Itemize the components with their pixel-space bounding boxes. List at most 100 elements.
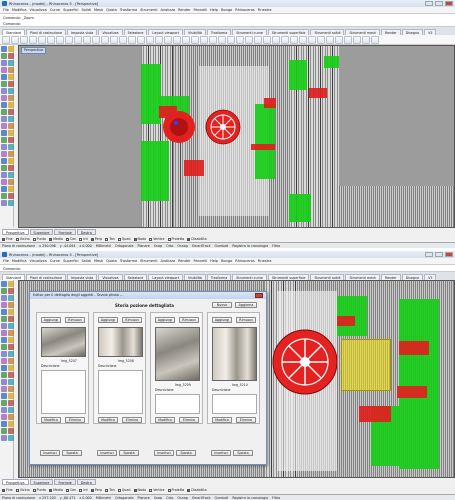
footer-button[interactable]: Inserisci (211, 450, 231, 456)
tool-icon[interactable] (8, 316, 14, 322)
tool-button-icon[interactable] (137, 36, 145, 44)
tool-icon[interactable] (1, 186, 7, 192)
tool-icon[interactable] (8, 200, 14, 206)
tool-button-icon[interactable] (227, 36, 235, 44)
tool-button-icon[interactable] (65, 36, 73, 44)
tool-button-icon[interactable] (29, 36, 37, 44)
osnap-option[interactable]: Disabilita (187, 488, 207, 492)
osnap-checkbox[interactable] (49, 488, 53, 492)
menu-item[interactable]: Curve (50, 259, 60, 263)
osnap-checkbox[interactable] (167, 237, 171, 241)
tool-icon[interactable] (1, 179, 7, 185)
dialog-close-button[interactable] (255, 293, 263, 298)
menu-item[interactable]: Solidi (81, 259, 91, 263)
tool-icon[interactable] (1, 309, 7, 315)
footer-button[interactable]: Sposta (119, 450, 139, 456)
tool-icon[interactable] (8, 137, 14, 143)
tool-icon[interactable] (1, 414, 7, 420)
photo-thumbnail[interactable] (41, 327, 86, 357)
tool-icon[interactable] (8, 393, 14, 399)
osnap-option[interactable]: Punto (32, 237, 46, 241)
osnap-option[interactable]: Vicino (15, 488, 30, 492)
tool-button-icon[interactable] (362, 36, 370, 44)
minimize-button[interactable] (425, 252, 433, 257)
viewport-tab[interactable]: Frontale (54, 479, 76, 485)
viewport-tab[interactable]: Superiore (29, 479, 54, 485)
tool-button-icon[interactable] (218, 36, 226, 44)
menu-item[interactable]: Curve (50, 8, 60, 12)
osnap-option[interactable]: Int (79, 237, 88, 241)
tool-button-icon[interactable] (263, 36, 271, 44)
footer-button[interactable]: Inserisci (154, 450, 174, 456)
remove-photo-button[interactable]: Rimuovi (122, 317, 142, 323)
viewport-tab[interactable]: Destra (76, 229, 96, 235)
add-photo-button[interactable]: Aggiungi (98, 317, 118, 323)
osnap-checkbox[interactable] (187, 237, 191, 241)
viewport-tab[interactable]: Frontale (54, 229, 76, 235)
tool-icon[interactable] (8, 302, 14, 308)
menu-item[interactable]: Visualizza (30, 8, 47, 12)
toolbar-tab[interactable]: Render (380, 29, 401, 35)
update-button[interactable]: Aggiorna (235, 302, 257, 308)
tool-icon[interactable] (1, 116, 7, 122)
status-field[interactable]: Planare (137, 244, 149, 248)
tool-icon[interactable] (8, 109, 14, 115)
status-field[interactable]: Filtro (272, 496, 280, 500)
osnap-checkbox[interactable] (65, 488, 69, 492)
menu-item[interactable]: Render (178, 259, 190, 263)
maximize-button[interactable] (435, 252, 443, 257)
tool-button-icon[interactable] (335, 36, 343, 44)
menu-item[interactable]: Superfici (63, 8, 78, 12)
footer-button[interactable]: Inserisci (97, 450, 117, 456)
status-field[interactable]: Ortogonale (115, 244, 133, 248)
tool-button-icon[interactable] (308, 36, 316, 44)
tool-icon[interactable] (8, 428, 14, 434)
menu-item[interactable]: Rhinoceros (235, 259, 254, 263)
tool-icon[interactable] (8, 81, 14, 87)
tool-icon[interactable] (8, 88, 14, 94)
tool-icon[interactable] (8, 344, 14, 350)
tool-icon[interactable] (8, 407, 14, 413)
status-field[interactable]: Osnap (177, 496, 188, 500)
tool-icon[interactable] (1, 281, 7, 287)
viewport-label[interactable]: Perspective (21, 47, 47, 54)
status-field[interactable]: Snap (154, 244, 162, 248)
tool-icon[interactable] (1, 151, 7, 157)
tool-icon[interactable] (1, 74, 7, 80)
menu-item[interactable]: Superfici (63, 259, 78, 263)
menu-item[interactable]: Help (210, 8, 218, 12)
tool-button-icon[interactable] (182, 36, 190, 44)
tool-icon[interactable] (8, 372, 14, 378)
osnap-checkbox[interactable] (105, 488, 109, 492)
tool-icon[interactable] (8, 295, 14, 301)
photo-thumbnail[interactable] (98, 327, 143, 357)
osnap-checkbox[interactable] (15, 237, 19, 241)
menu-item[interactable]: Solidi (81, 8, 91, 12)
tool-icon[interactable] (8, 351, 14, 357)
menu-item[interactable]: Pannelli (194, 259, 208, 263)
osnap-option[interactable]: Vertice (149, 237, 165, 241)
osnap-option[interactable]: Medio (49, 488, 63, 492)
tool-icon[interactable] (8, 172, 14, 178)
toolbar-tab[interactable]: V5 (424, 29, 437, 35)
status-field[interactable]: Snap (154, 496, 162, 500)
tool-icon[interactable] (8, 165, 14, 171)
tool-button-icon[interactable] (281, 36, 289, 44)
osnap-checkbox[interactable] (65, 237, 69, 241)
toolbar-tab[interactable]: Strumenti mesh (345, 29, 380, 35)
delete-photo-button[interactable]: Elimina (179, 417, 199, 423)
toolbar-tab[interactable]: Strumenti superficie (267, 29, 310, 35)
toolbar-tab[interactable]: Strumenti curve (232, 29, 267, 35)
osnap-option[interactable]: Punto (32, 488, 46, 492)
remove-photo-button[interactable]: Rimuovi (179, 317, 199, 323)
footer-button[interactable]: Sposta (233, 450, 253, 456)
menu-item[interactable]: Finestra (258, 259, 272, 263)
tool-icon[interactable] (1, 365, 7, 371)
menu-item[interactable]: Strumenti (140, 259, 157, 263)
add-photo-button[interactable]: Aggiungi (41, 317, 61, 323)
tool-icon[interactable] (1, 316, 7, 322)
osnap-checkbox[interactable] (149, 488, 153, 492)
menu-item[interactable]: Trasforma (120, 259, 137, 263)
tool-icon[interactable] (1, 53, 7, 59)
tool-icon[interactable] (1, 400, 7, 406)
